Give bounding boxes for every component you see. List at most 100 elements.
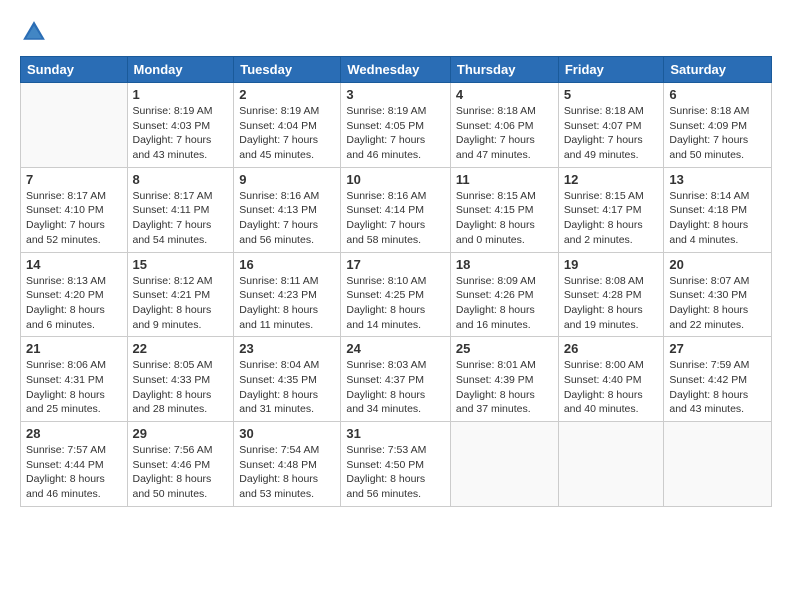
calendar-cell: 12Sunrise: 8:15 AMSunset: 4:17 PMDayligh… (558, 167, 664, 252)
calendar-cell: 25 Sunrise: 8:01 AMSunset: 4:39 PMDayligh… (450, 337, 558, 422)
calendar-cell: 17Sunrise: 8:10 AMSunset: 4:25 PMDayligh… (341, 252, 451, 337)
day-info: Sunrise: 8:14 AMSunset: 4:18 PMDaylight:… (669, 189, 766, 248)
col-header-saturday: Saturday (664, 57, 772, 83)
day-number: 24 (346, 341, 445, 356)
day-number: 10 (346, 172, 445, 187)
day-info: Sunrise: 8:16 AMSunset: 4:13 PMDaylight:… (239, 189, 335, 248)
col-header-wednesday: Wednesday (341, 57, 451, 83)
day-info: Sunrise: 8:18 AMSunset: 4:06 PMDaylight:… (456, 104, 553, 163)
calendar-cell: 16 Sunrise: 8:11 AMSunset: 4:23 PMDayligh… (234, 252, 341, 337)
day-info: Sunrise: 8:18 AMSunset: 4:09 PMDaylight:… (669, 104, 766, 163)
day-number: 16 (239, 257, 335, 272)
day-info: Sunrise: 8:15 AMSunset: 4:15 PMDaylight:… (456, 189, 553, 248)
calendar-week-3: 14Sunrise: 8:13 AMSunset: 4:20 PMDayligh… (21, 252, 772, 337)
calendar-cell: 15 Sunrise: 8:12 AMSunset: 4:21 PMDayligh… (127, 252, 234, 337)
day-info: Sunrise: 8:18 AMSunset: 4:07 PMDaylight:… (564, 104, 659, 163)
day-info: Sunrise: 8:00 AMSunset: 4:40 PMDaylight:… (564, 358, 659, 417)
calendar-cell (558, 422, 664, 507)
logo-icon (20, 18, 48, 46)
day-info: Sunrise: 8:08 AMSunset: 4:28 PMDaylight:… (564, 274, 659, 333)
calendar-cell: 27 Sunrise: 7:59 AMSunset: 4:42 PMDayligh… (664, 337, 772, 422)
calendar-cell: 19 Sunrise: 8:08 AMSunset: 4:28 PMDayligh… (558, 252, 664, 337)
calendar-cell: 9 Sunrise: 8:16 AMSunset: 4:13 PMDaylight… (234, 167, 341, 252)
day-info: Sunrise: 7:56 AMSunset: 4:46 PMDaylight:… (133, 443, 229, 502)
day-number: 18 (456, 257, 553, 272)
calendar-cell: 30Sunrise: 7:54 AMSunset: 4:48 PMDayligh… (234, 422, 341, 507)
col-header-tuesday: Tuesday (234, 57, 341, 83)
day-number: 7 (26, 172, 122, 187)
day-info: Sunrise: 8:07 AMSunset: 4:30 PMDaylight:… (669, 274, 766, 333)
day-info: Sunrise: 8:19 AMSunset: 4:05 PMDaylight:… (346, 104, 445, 163)
day-number: 3 (346, 87, 445, 102)
day-number: 30 (239, 426, 335, 441)
day-info: Sunrise: 8:05 AMSunset: 4:33 PMDaylight:… (133, 358, 229, 417)
day-info: Sunrise: 7:53 AMSunset: 4:50 PMDaylight:… (346, 443, 445, 502)
calendar-cell: 2 Sunrise: 8:19 AMSunset: 4:04 PMDaylight… (234, 83, 341, 168)
calendar-week-5: 28 Sunrise: 7:57 AMSunset: 4:44 PMDayligh… (21, 422, 772, 507)
calendar-cell: 26 Sunrise: 8:00 AMSunset: 4:40 PMDayligh… (558, 337, 664, 422)
day-number: 28 (26, 426, 122, 441)
calendar-cell: 8 Sunrise: 8:17 AMSunset: 4:11 PMDaylight… (127, 167, 234, 252)
day-number: 6 (669, 87, 766, 102)
calendar-week-4: 21Sunrise: 8:06 AMSunset: 4:31 PMDayligh… (21, 337, 772, 422)
calendar-cell: 14Sunrise: 8:13 AMSunset: 4:20 PMDayligh… (21, 252, 128, 337)
day-number: 25 (456, 341, 553, 356)
calendar-cell: 4 Sunrise: 8:18 AMSunset: 4:06 PMDaylight… (450, 83, 558, 168)
day-info: Sunrise: 7:59 AMSunset: 4:42 PMDaylight:… (669, 358, 766, 417)
day-info: Sunrise: 8:06 AMSunset: 4:31 PMDaylight:… (26, 358, 122, 417)
day-info: Sunrise: 8:10 AMSunset: 4:25 PMDaylight:… (346, 274, 445, 333)
calendar-header-row: SundayMondayTuesdayWednesdayThursdayFrid… (21, 57, 772, 83)
day-number: 2 (239, 87, 335, 102)
day-number: 19 (564, 257, 659, 272)
day-info: Sunrise: 8:11 AMSunset: 4:23 PMDaylight:… (239, 274, 335, 333)
day-number: 29 (133, 426, 229, 441)
day-info: Sunrise: 8:09 AMSunset: 4:26 PMDaylight:… (456, 274, 553, 333)
calendar-week-1: 1Sunrise: 8:19 AMSunset: 4:03 PMDaylight… (21, 83, 772, 168)
day-number: 27 (669, 341, 766, 356)
calendar-table: SundayMondayTuesdayWednesdayThursdayFrid… (20, 56, 772, 507)
day-info: Sunrise: 8:01 AMSunset: 4:39 PMDaylight:… (456, 358, 553, 417)
calendar-cell: 7 Sunrise: 8:17 AMSunset: 4:10 PMDaylight… (21, 167, 128, 252)
calendar-cell: 23 Sunrise: 8:04 AMSunset: 4:35 PMDayligh… (234, 337, 341, 422)
day-info: Sunrise: 8:19 AMSunset: 4:04 PMDaylight:… (239, 104, 335, 163)
day-number: 9 (239, 172, 335, 187)
day-info: Sunrise: 8:17 AMSunset: 4:11 PMDaylight:… (133, 189, 229, 248)
calendar-cell: 28 Sunrise: 7:57 AMSunset: 4:44 PMDayligh… (21, 422, 128, 507)
col-header-monday: Monday (127, 57, 234, 83)
col-header-thursday: Thursday (450, 57, 558, 83)
day-info: Sunrise: 8:12 AMSunset: 4:21 PMDaylight:… (133, 274, 229, 333)
day-number: 23 (239, 341, 335, 356)
calendar-cell: 22 Sunrise: 8:05 AMSunset: 4:33 PMDayligh… (127, 337, 234, 422)
calendar-week-2: 7 Sunrise: 8:17 AMSunset: 4:10 PMDaylight… (21, 167, 772, 252)
calendar-cell (450, 422, 558, 507)
day-number: 4 (456, 87, 553, 102)
day-number: 22 (133, 341, 229, 356)
calendar-cell: 29 Sunrise: 7:56 AMSunset: 4:46 PMDayligh… (127, 422, 234, 507)
day-number: 11 (456, 172, 553, 187)
day-number: 8 (133, 172, 229, 187)
calendar-cell: 18 Sunrise: 8:09 AMSunset: 4:26 PMDayligh… (450, 252, 558, 337)
calendar-cell: 1Sunrise: 8:19 AMSunset: 4:03 PMDaylight… (127, 83, 234, 168)
calendar-cell: 10Sunrise: 8:16 AMSunset: 4:14 PMDayligh… (341, 167, 451, 252)
logo (20, 18, 52, 46)
day-number: 13 (669, 172, 766, 187)
day-number: 20 (669, 257, 766, 272)
day-number: 15 (133, 257, 229, 272)
calendar-cell: 31 Sunrise: 7:53 AMSunset: 4:50 PMDayligh… (341, 422, 451, 507)
day-info: Sunrise: 8:17 AMSunset: 4:10 PMDaylight:… (26, 189, 122, 248)
day-number: 31 (346, 426, 445, 441)
calendar-cell: 21Sunrise: 8:06 AMSunset: 4:31 PMDayligh… (21, 337, 128, 422)
day-number: 26 (564, 341, 659, 356)
day-number: 14 (26, 257, 122, 272)
col-header-friday: Friday (558, 57, 664, 83)
calendar-cell: 3 Sunrise: 8:19 AMSunset: 4:05 PMDaylight… (341, 83, 451, 168)
col-header-sunday: Sunday (21, 57, 128, 83)
calendar-cell: 24 Sunrise: 8:03 AMSunset: 4:37 PMDayligh… (341, 337, 451, 422)
day-number: 5 (564, 87, 659, 102)
day-info: Sunrise: 7:57 AMSunset: 4:44 PMDaylight:… (26, 443, 122, 502)
day-info: Sunrise: 8:19 AMSunset: 4:03 PMDaylight:… (133, 104, 229, 163)
header (20, 18, 772, 46)
calendar-cell: 5 Sunrise: 8:18 AMSunset: 4:07 PMDaylight… (558, 83, 664, 168)
day-info: Sunrise: 8:03 AMSunset: 4:37 PMDaylight:… (346, 358, 445, 417)
day-info: Sunrise: 8:04 AMSunset: 4:35 PMDaylight:… (239, 358, 335, 417)
